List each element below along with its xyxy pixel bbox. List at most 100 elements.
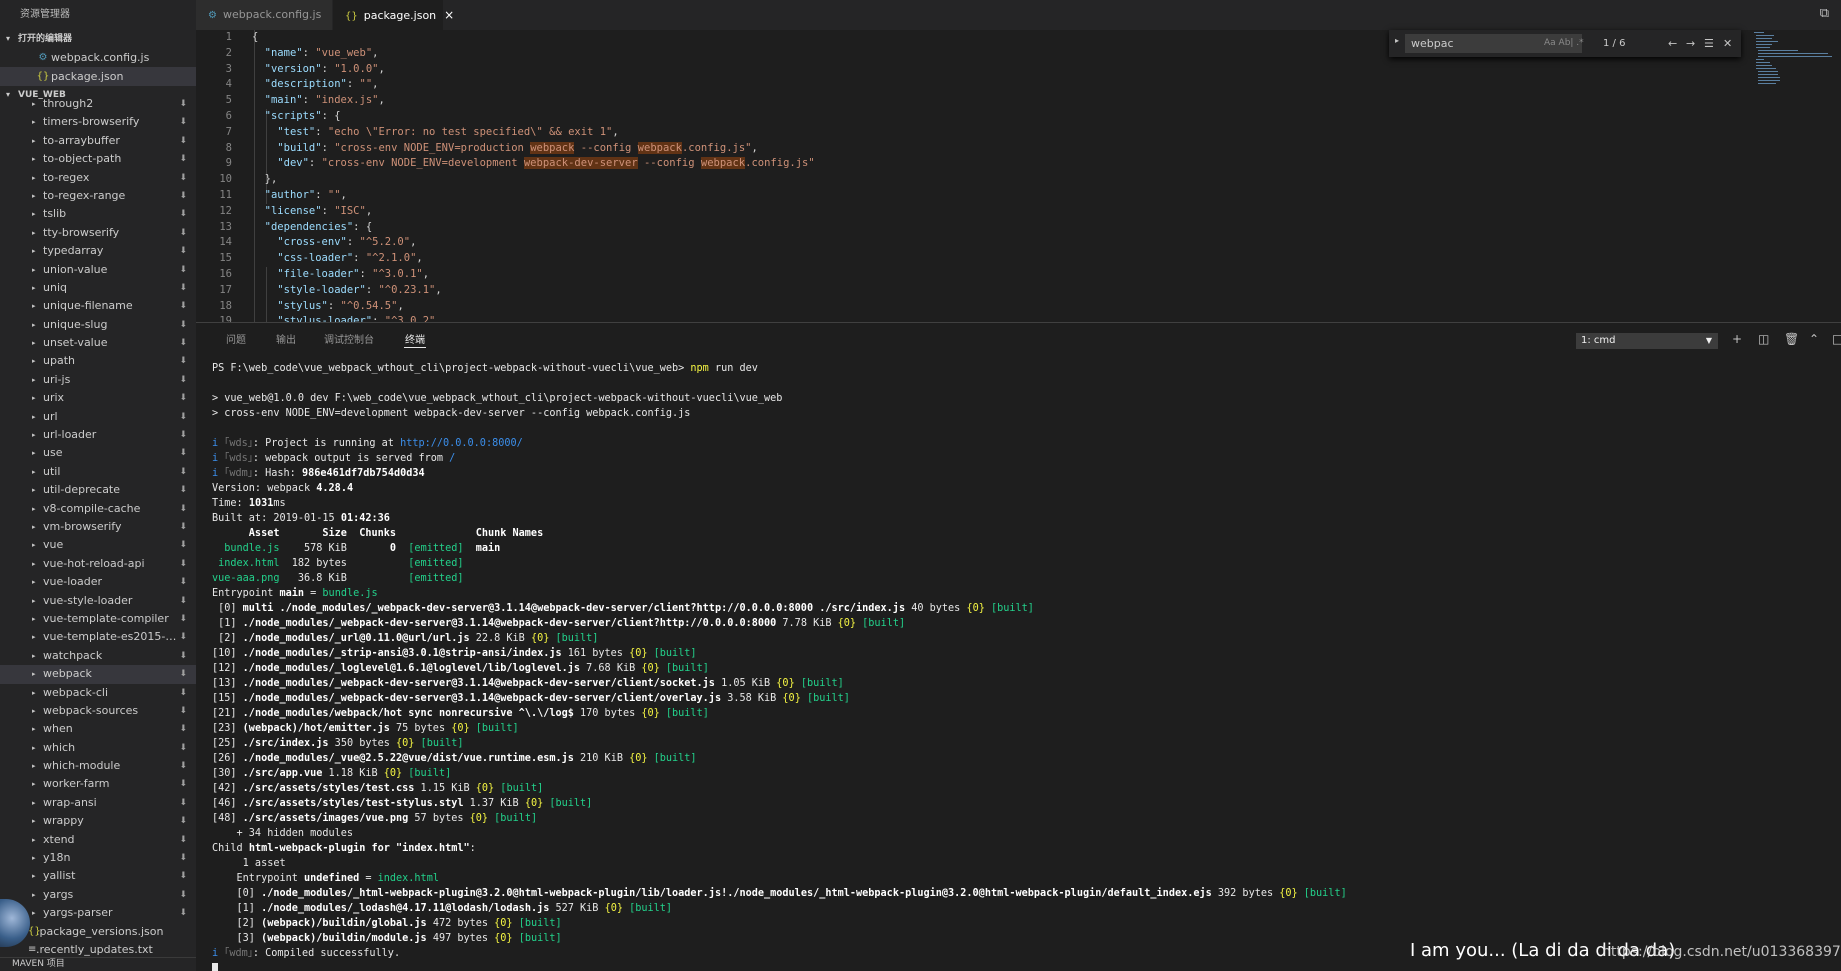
find-options[interactable]: Aa Ab| .* [1544,34,1584,53]
split-editor-icon[interactable]: ⧉ [1820,6,1829,21]
sidebar-item-vue-loader[interactable]: ▸ vue-loader ⬇ [0,573,196,591]
sidebar-item-through2[interactable]: ▸ through2 ⬇ [0,95,196,113]
sidebar-item-webpack-sources[interactable]: ▸ webpack-sources ⬇ [0,702,196,720]
sidebar-item-vue-hot-reload-api[interactable]: ▸ vue-hot-reload-api ⬇ [0,555,196,573]
code-token: : [302,46,316,59]
sidebar-item-timers-browserify[interactable]: ▸ timers-browserify ⬇ [0,113,196,131]
terminal-token: (webpack)/buildin/global.js [261,918,427,929]
code-line[interactable]: "version": "1.0.0", [252,62,815,78]
tree-item-label: unique-slug [43,317,108,331]
code-line[interactable]: "name": "vue_web", [252,46,815,62]
code-line[interactable]: { [252,30,815,46]
code-line[interactable]: "style-loader": "^0.23.1", [252,283,815,299]
code-line[interactable]: "file-loader": "^3.0.1", [252,267,815,283]
split-terminal-icon[interactable]: ◫ [1758,332,1769,346]
open-editor-package-json[interactable]: {} package.json [0,67,196,86]
sidebar-item-y18n[interactable]: ▸ y18n ⬇ [0,849,196,867]
terminal-prompt[interactable] [212,961,1662,971]
sidebar-item-union-value[interactable]: ▸ union-value ⬇ [0,261,196,279]
code-line[interactable]: }, [252,172,815,188]
close-icon[interactable]: ✕ [1723,34,1732,53]
code-line[interactable]: "description": "", [252,77,815,93]
code-line[interactable]: "css-loader": "^2.1.0", [252,251,815,267]
terminal-select[interactable]: 1: cmd ▼ [1576,333,1718,349]
sidebar-item-wrappy[interactable]: ▸ wrappy ⬇ [0,812,196,830]
tab-problems[interactable]: 问题 [226,331,246,346]
sidebar-item-unset-value[interactable]: ▸ unset-value ⬇ [0,334,196,352]
arrow-up-icon[interactable]: ← [1668,34,1677,53]
sidebar-item-v8-compile-cache[interactable]: ▸ v8-compile-cache ⬇ [0,500,196,518]
sidebar-item-to-arraybuffer[interactable]: ▸ to-arraybuffer ⬇ [0,132,196,150]
sidebar-item-to-regex-range[interactable]: ▸ to-regex-range ⬇ [0,187,196,205]
minimap[interactable] [1750,30,1840,90]
sidebar-item-use[interactable]: ▸ use ⬇ [0,444,196,462]
sidebar-item-yallist[interactable]: ▸ yallist ⬇ [0,867,196,885]
sidebar-item-typedarray[interactable]: ▸ typedarray ⬇ [0,242,196,260]
code-line[interactable]: "main": "index.js", [252,93,815,109]
sidebar-item-when[interactable]: ▸ when ⬇ [0,720,196,738]
tree-item-label: wrappy [43,814,84,828]
sidebar-item-uniq[interactable]: ▸ uniq ⬇ [0,279,196,297]
code-line[interactable]: "stylus-loader": "^3.0.2", [252,314,815,322]
tab-output[interactable]: 输出 [276,331,296,346]
code-line[interactable]: "author": "", [252,188,815,204]
tree-item-label: which-module [43,759,121,773]
sidebar-item-to-object-path[interactable]: ▸ to-object-path ⬇ [0,150,196,168]
code-line[interactable]: "dev": "cross-env NODE_ENV=development w… [252,156,815,172]
sidebar-item-tty-browserify[interactable]: ▸ tty-browserify ⬇ [0,224,196,242]
trash-icon[interactable]: 🗑 [1784,332,1799,346]
sidebar-item-which-module[interactable]: ▸ which-module ⬇ [0,757,196,775]
terminal-token: [10] [212,648,243,659]
close-icon[interactable]: × [444,8,454,22]
terminal-token: : webpack output is served from [252,453,450,464]
sidebar-item-webpack[interactable]: ▸ webpack ⬇ [0,665,196,684]
code-line[interactable]: "license": "ISC", [252,204,815,220]
tab-terminal[interactable]: 终端 [404,331,426,348]
sidebar-item-vue-style-loader[interactable]: ▸ vue-style-loader ⬇ [0,592,196,610]
tab-debug-console[interactable]: 调试控制台 [324,331,374,346]
open-editor-webpack-config[interactable]: ⚙ webpack.config.js [0,48,196,67]
sidebar-item-urix[interactable]: ▸ urix ⬇ [0,389,196,407]
code-line[interactable]: "stylus": "^0.54.5", [252,299,815,315]
sidebar-item-url[interactable]: ▸ url ⬇ [0,408,196,426]
code-content[interactable]: { "name": "vue_web", "version": "1.0.0",… [252,30,815,322]
chevron-right-icon[interactable]: ▸ [1395,36,1399,45]
sidebar-item-unique-slug[interactable]: ▸ unique-slug ⬇ [0,316,196,334]
sidebar-item-xtend[interactable]: ▸ xtend ⬇ [0,831,196,849]
sidebar-item-tslib[interactable]: ▸ tslib ⬇ [0,205,196,223]
sidebar-item-url-loader[interactable]: ▸ url-loader ⬇ [0,426,196,444]
maximize-icon[interactable]: □ [1832,332,1841,346]
sidebar-item-uri-js[interactable]: ▸ uri-js ⬇ [0,371,196,389]
sidebar-item-vue[interactable]: ▸ vue ⬇ [0,536,196,554]
find-in-selection-icon[interactable]: ☰ [1704,34,1714,53]
plus-icon[interactable]: + [1732,332,1742,346]
sidebar-item-util[interactable]: ▸ util ⬇ [0,463,196,481]
sidebar-item-wrap-ansi[interactable]: ▸ wrap-ansi ⬇ [0,794,196,812]
sidebar-item-worker-farm[interactable]: ▸ worker-farm ⬇ [0,775,196,793]
code-line[interactable]: "scripts": { [252,109,815,125]
sidebar-item-which[interactable]: ▸ which ⬇ [0,739,196,757]
sidebar-item-vm-browserify[interactable]: ▸ vm-browserify ⬇ [0,518,196,536]
line-number: 15 [219,252,232,265]
code-editor[interactable]: 1 2 3 4 5 6 7 8 9 10 11 12 13 14 15 16 17 18 19 { "name": … [196,30,1841,322]
code-line[interactable]: "dependencies": { [252,220,815,236]
sidebar-item-vue-template-es2015-com-[interactable]: ▸ vue-template-es2015-com... ⬇ [0,628,196,646]
maven-section-header[interactable]: MAVEN 项目 [0,957,196,971]
code-line[interactable]: "test": "echo \"Error: no test specified… [252,125,815,141]
sidebar-item-webpack-cli[interactable]: ▸ webpack-cli ⬇ [0,684,196,702]
open-editors-header[interactable]: ▾ 打开的编辑器 [0,30,196,48]
code-line[interactable]: "cross-env": "^5.2.0", [252,235,815,251]
sidebar-item-unique-filename[interactable]: ▸ unique-filename ⬇ [0,297,196,315]
terminal-output[interactable]: PS F:\web_code\vue_webpack_wthout_cli\pr… [212,361,1662,971]
tab-webpack-config[interactable]: ⚙ webpack.config.js [196,0,332,30]
sidebar-item-yargs[interactable]: ▸ yargs ⬇ [0,886,196,904]
code-line[interactable]: "build": "cross-env NODE_ENV=production … [252,141,815,157]
sidebar-item-util-deprecate[interactable]: ▸ util-deprecate ⬇ [0,481,196,499]
sidebar-item-to-regex[interactable]: ▸ to-regex ⬇ [0,169,196,187]
arrow-down-icon[interactable]: → [1686,34,1695,53]
sidebar-item-upath[interactable]: ▸ upath ⬇ [0,352,196,370]
tab-package-json[interactable]: {} package.json × [333,0,454,30]
chevron-up-icon[interactable]: ⌃ [1809,332,1819,346]
sidebar-item-watchpack[interactable]: ▸ watchpack ⬇ [0,647,196,665]
sidebar-item-vue-template-compiler[interactable]: ▸ vue-template-compiler ⬇ [0,610,196,628]
